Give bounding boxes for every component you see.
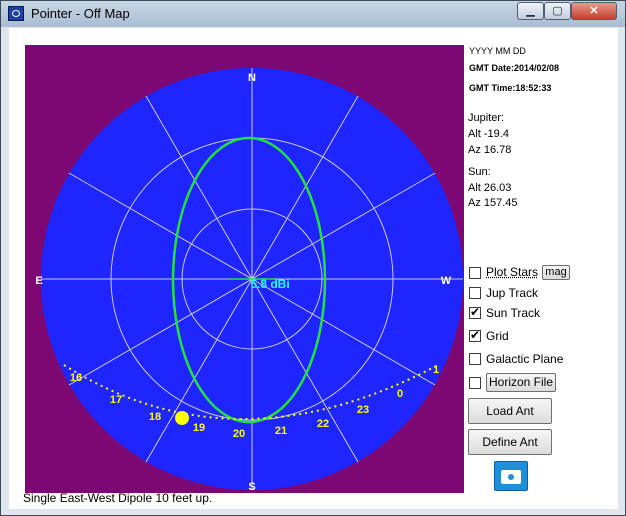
minimize-button[interactable]: ▁ (517, 2, 544, 20)
hour-label: 21 (275, 425, 287, 437)
hour-label: 0 (397, 388, 403, 400)
hour-label: 20 (233, 428, 245, 440)
window-title: Pointer - Off Map (31, 6, 130, 21)
title-bar[interactable]: Pointer - Off Map ▁ ▢ ✕ (1, 1, 625, 27)
sun-az: Az 157.45 (468, 197, 518, 209)
compass-west: W (441, 275, 452, 287)
hour-label: 16 (70, 372, 82, 384)
sun-label: Sun: (468, 166, 491, 178)
compass-south: S (248, 481, 255, 493)
galactic-plane-checkbox[interactable] (469, 353, 481, 365)
hour-label: 17 (110, 394, 122, 406)
jupiter-alt: Alt -19.4 (468, 128, 509, 140)
compass-east: E (35, 275, 42, 287)
jup-track-label[interactable]: Jup Track (486, 286, 538, 300)
jupiter-az: Az 16.78 (468, 144, 512, 156)
galactic-plane-label[interactable]: Galactic Plane (486, 352, 563, 366)
sun-track-checkbox[interactable]: ✔ (469, 306, 481, 319)
jupiter-label: Jupiter: (468, 112, 505, 124)
app-icon (8, 6, 24, 21)
compass-north: N (248, 72, 256, 84)
camera-lens (506, 472, 516, 482)
mag-button[interactable]: mag (542, 265, 570, 280)
load-ant-button[interactable]: Load Ant (468, 398, 552, 424)
hour-label: 19 (193, 422, 205, 434)
maximize-button[interactable]: ▢ (544, 2, 571, 20)
hour-label: 1 (433, 364, 439, 376)
status-text: Single East-West Dipole 10 feet up. (23, 491, 213, 505)
hour-label: 22 (317, 418, 329, 430)
grid-checkbox[interactable]: ✔ (469, 329, 481, 342)
hour-label: 23 (357, 404, 369, 416)
camera-icon[interactable] (494, 461, 528, 491)
gmt-date: GMT Date:2014/02/08 (469, 63, 560, 73)
sun-track-label[interactable]: Sun Track (486, 306, 540, 320)
close-button[interactable]: ✕ (571, 2, 617, 20)
gmt-time: GMT Time:18:52:33 (469, 83, 552, 93)
plot-stars-checkbox[interactable] (469, 267, 481, 279)
date-format-label: YYYY MM DD (469, 46, 526, 56)
define-ant-button[interactable]: Define Ant (468, 429, 552, 455)
sun-marker (175, 411, 189, 425)
center-gain-label: 5.8 dBi (250, 277, 289, 291)
horizon-file-checkbox[interactable] (469, 377, 481, 389)
client-area: N S E W 5.8 dBi 16 17 18 19 20 21 22 23 … (9, 28, 618, 509)
hour-label: 18 (149, 411, 161, 423)
plot-stars-label[interactable]: Plot Stars (486, 265, 538, 279)
horizon-file-button[interactable]: Horizon File (486, 373, 556, 392)
jup-track-checkbox[interactable] (469, 287, 481, 299)
sun-alt: Alt 26.03 (468, 182, 512, 194)
app-window: Pointer - Off Map ▁ ▢ ✕ N S E W 5.8 dBi … (0, 0, 626, 516)
grid-label[interactable]: Grid (486, 329, 509, 343)
sky-plot: N S E W 5.8 dBi 16 17 18 19 20 21 22 23 … (25, 45, 464, 493)
